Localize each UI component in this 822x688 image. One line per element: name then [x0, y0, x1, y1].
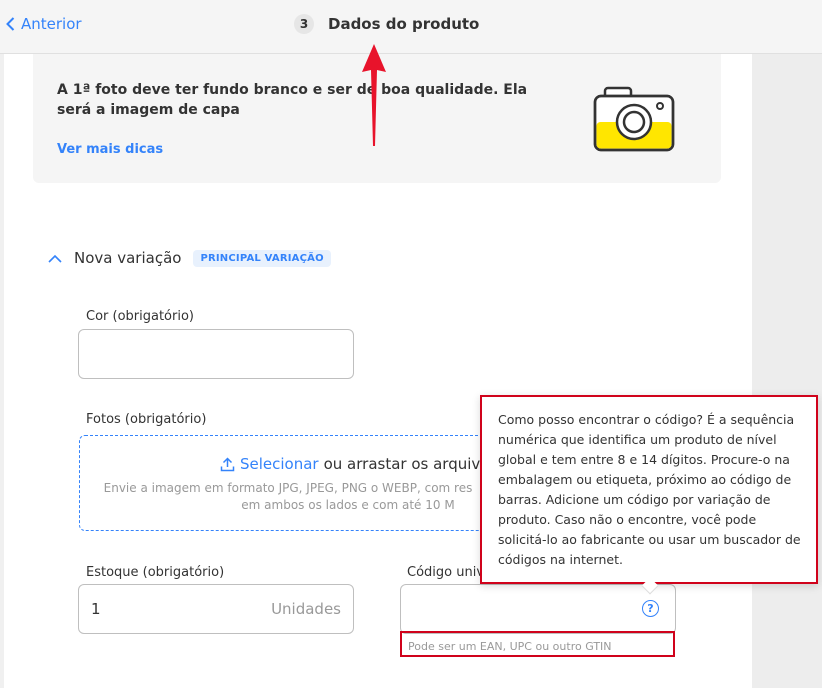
photo-dropzone[interactable]: Selecionar ou arrastar os arquivos Envie…	[79, 435, 497, 531]
top-bar: Anterior 3 Dados do produto	[0, 0, 822, 54]
photos-label: Fotos (obrigatório)	[86, 412, 207, 427]
drag-files-text: ou arrastar os arquivos	[323, 455, 498, 473]
upload-line: Selecionar ou arrastar os arquivos	[220, 455, 497, 473]
page-title: Dados do produto	[328, 15, 480, 33]
step-number: 3	[294, 14, 314, 34]
product-code-hint: Pode ser um EAN, UPC ou outro GTIN	[408, 640, 612, 653]
color-label: Cor (obrigatório)	[86, 309, 194, 324]
color-input[interactable]	[78, 329, 354, 379]
right-gutter	[752, 54, 822, 688]
upload-help-line-2: em ambos os lados e com até 10 M	[241, 498, 455, 512]
select-files-link[interactable]: Selecionar	[240, 455, 319, 473]
product-code-input[interactable]: ?	[400, 584, 676, 634]
stock-input[interactable]: 1 Unidades	[78, 584, 354, 634]
upload-help-text: Envie a imagem em formato JPG, JPEG, PNG…	[98, 480, 478, 514]
stock-unit: Unidades	[271, 600, 341, 618]
left-gutter	[0, 54, 4, 688]
variation-header[interactable]: Nova variação PRINCIPAL VARIAÇÃO	[48, 249, 331, 267]
chevron-left-icon	[6, 17, 15, 31]
more-tips-link[interactable]: Ver mais dicas	[57, 142, 163, 157]
stock-label: Estoque (obrigatório)	[86, 565, 225, 580]
back-label: Anterior	[21, 15, 82, 33]
camera-icon	[593, 86, 675, 152]
step-indicator: 3 Dados do produto	[294, 14, 479, 34]
stock-value: 1	[91, 600, 101, 618]
main-variation-badge: PRINCIPAL VARIAÇÃO	[193, 249, 331, 267]
upload-help-line-1: Envie a imagem em formato JPG, JPEG, PNG…	[103, 481, 473, 495]
help-icon[interactable]: ?	[642, 600, 659, 617]
annotation-arrow-icon	[362, 44, 386, 146]
back-button[interactable]: Anterior	[6, 15, 82, 33]
product-code-hint-highlight: Pode ser um EAN, UPC ou outro GTIN	[400, 631, 675, 657]
photo-tip-text: A 1ª foto deve ter fundo branco e ser de…	[57, 82, 528, 118]
variation-title: Nova variação	[74, 249, 182, 267]
tooltip-text: Como posso encontrar o código? É a sequê…	[498, 412, 801, 567]
product-code-label: Código univ	[407, 565, 485, 580]
code-help-tooltip: Como posso encontrar o código? É a sequê…	[480, 395, 818, 595]
upload-icon	[220, 456, 235, 471]
chevron-up-icon	[48, 254, 62, 263]
